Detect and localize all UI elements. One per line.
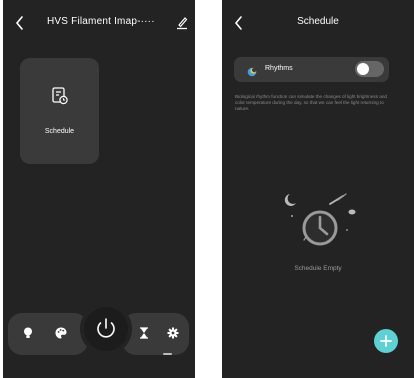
hourglass-icon[interactable]: [137, 326, 151, 340]
rhythms-row: Rhythms: [234, 57, 389, 82]
dock-left-group: [8, 313, 88, 355]
power-icon: [97, 318, 115, 338]
plus-icon: [380, 335, 392, 347]
power-button[interactable]: [80, 303, 132, 355]
rhythms-icon: [247, 64, 257, 77]
gear-icon[interactable]: [166, 326, 180, 340]
back-icon[interactable]: [13, 14, 27, 32]
empty-state-text: Schedule Empty: [294, 265, 342, 272]
add-schedule-button[interactable]: [374, 329, 398, 353]
schedule-card[interactable]: Schedule: [20, 58, 99, 164]
rhythms-toggle[interactable]: [355, 61, 384, 77]
page-title: HVS Filament Imap-····: [47, 16, 155, 27]
empty-clock-icon: [280, 190, 364, 258]
device-screen: Schedule Rhythms Biological rhythm funct…: [222, 0, 414, 378]
control-dock: [8, 303, 189, 355]
schedule-icon: [51, 86, 69, 106]
rhythms-description: Biological rhythm function can simulate …: [235, 94, 387, 111]
palette-icon[interactable]: [54, 326, 68, 340]
bulb-icon[interactable]: [21, 326, 35, 340]
device-screen: HVS Filament Imap-···· Schedule: [3, 0, 195, 378]
dock-right-group: [122, 313, 189, 355]
page-title: Schedule: [297, 16, 339, 27]
edit-icon[interactable]: [175, 14, 189, 30]
home-indicator: [163, 353, 172, 355]
toggle-knob: [357, 63, 369, 75]
rhythms-label: Rhythms: [265, 65, 293, 72]
schedule-card-label: Schedule: [44, 128, 75, 135]
